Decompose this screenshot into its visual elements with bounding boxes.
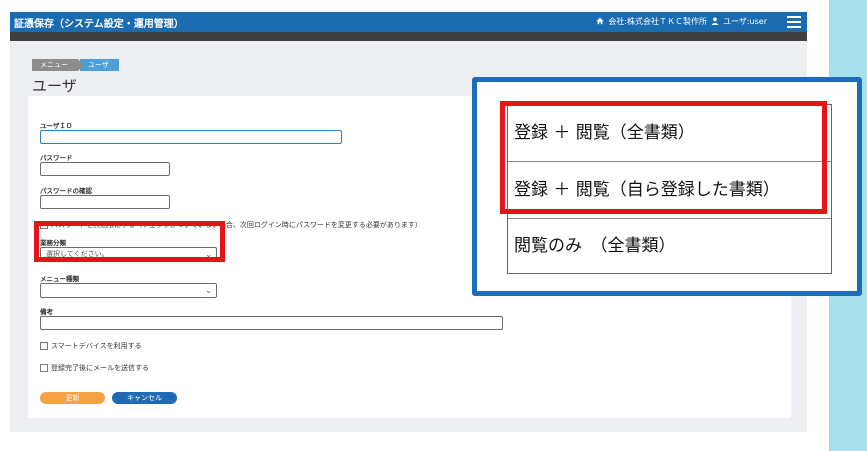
smart-device-label: スマートデバイスを利用する [51,342,142,350]
smart-device-checkbox[interactable] [40,342,48,350]
cancel-button[interactable]: キャンセル [112,392,177,404]
menu-type-label: メニュー種類 [40,275,79,283]
business-class-highlight [34,221,225,262]
password-confirm-input[interactable] [40,195,170,209]
company-name: 会社:株式会社ＴＫＣ製作所 [608,17,708,26]
breadcrumb: メニュー ユーザ [32,59,119,71]
send-mail-checkbox[interactable] [40,364,48,372]
menu-type-select[interactable]: ⌄ [40,283,217,298]
breadcrumb-menu[interactable]: メニュー [32,59,84,71]
header-bar: 証憑保存（システム設定・運用管理） 会社:株式会社ＴＫＣ製作所 ユーザ:user [10,12,807,32]
remarks-label: 備考 [40,308,53,316]
user-name: ユーザ:user [723,17,767,26]
update-button[interactable]: 更新 [40,392,105,404]
smart-device-row: スマートデバイスを利用する [40,341,142,351]
password-label: パスワード [40,154,73,162]
send-mail-row: 登録完了後にメールを送信する [40,363,149,373]
chevron-down-icon: ⌄ [205,286,212,295]
page-title: ユーザ [32,77,77,95]
sub-header-bar [10,32,807,41]
header-user-info: 会社:株式会社ＴＫＣ製作所 ユーザ:user [596,16,767,27]
option-view-only-all: 閲覧のみ （全書類） [514,236,676,256]
password-input[interactable] [40,162,170,176]
remarks-input[interactable] [40,316,503,330]
hamburger-menu-icon[interactable] [787,16,801,28]
home-icon [596,17,604,27]
user-icon [711,17,719,27]
send-mail-label: 登録完了後にメールを送信する [51,364,149,372]
register-options-highlight [500,101,827,214]
user-id-label: ユーザＩＤ [40,122,73,130]
breadcrumb-user: ユーザ [80,59,119,71]
password-confirm-label: パスワードの確認 [40,187,92,195]
app-title: 証憑保存（システム設定・運用管理） [14,19,184,30]
user-id-input[interactable] [40,130,342,144]
screenshot-stage: 証憑保存（システム設定・運用管理） 会社:株式会社ＴＫＣ製作所 ユーザ:user… [0,0,867,451]
